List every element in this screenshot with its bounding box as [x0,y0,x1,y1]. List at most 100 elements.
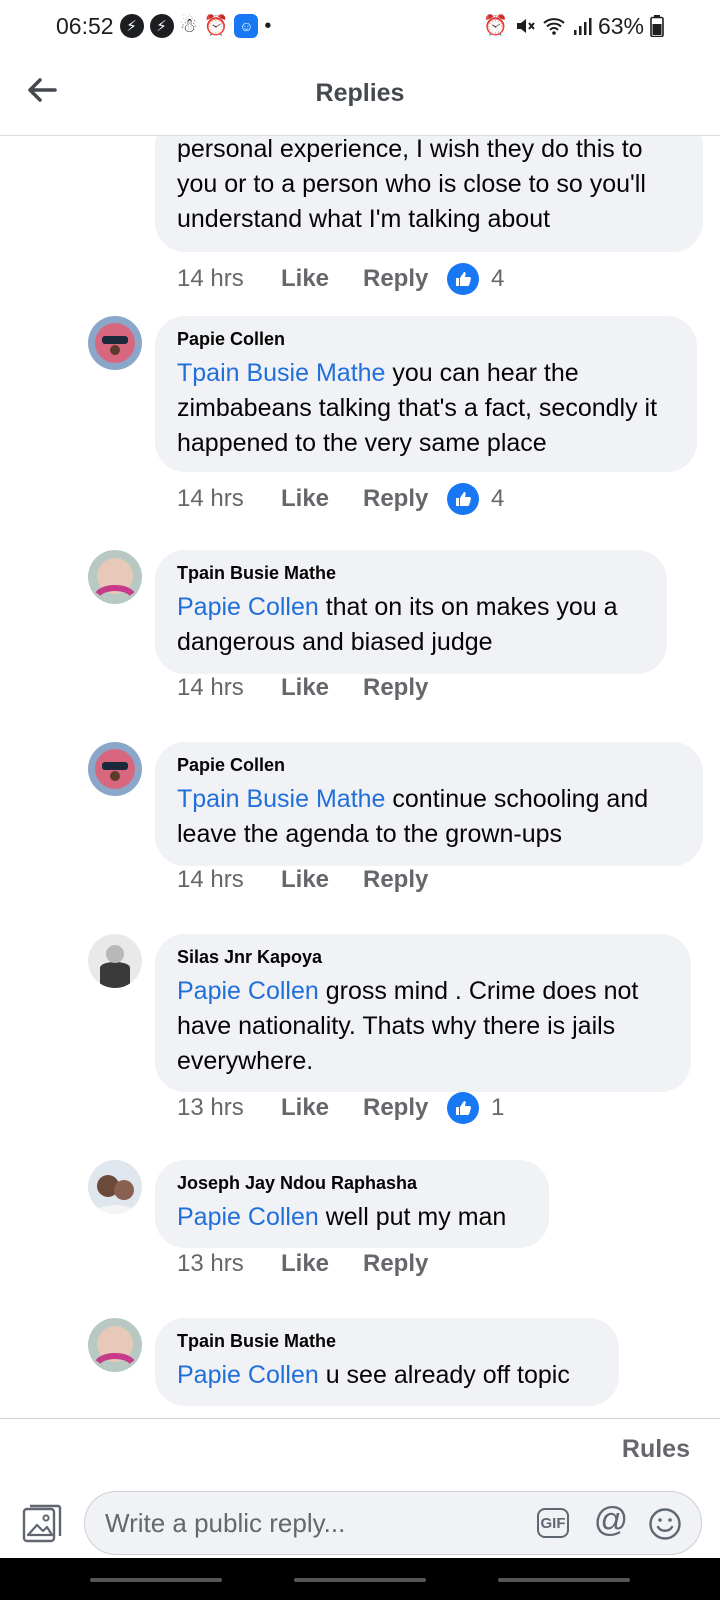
like-button[interactable]: Like [281,265,363,293]
comment-time: 13 hrs [177,1250,244,1277]
system-nav-bar [0,1558,720,1600]
comment-author[interactable]: Silas Jnr Kapoya [177,946,669,968]
mention-link[interactable]: Tpain Busie Mathe [177,785,385,813]
comment-body: well put my man [318,1203,507,1231]
comment-author[interactable]: Tpain Busie Mathe [177,1330,597,1352]
thumbs-up-icon [447,1092,479,1124]
status-bar: 06:52 ⚡ ⚡ ☃ ⏰ ☺ • ⏰ 63% [0,0,720,52]
reply-field[interactable]: GIF @ [84,1491,702,1555]
comment-time: 14 hrs [177,674,244,701]
smiley-icon [649,1508,681,1540]
nav-recents-button[interactable] [90,1578,222,1582]
reply-button[interactable]: Reply [363,485,447,513]
comment-time: 14 hrs [177,265,244,292]
photo-gallery-button[interactable] [20,1501,64,1545]
comment-actions: 14 hrs Like Reply 4 [177,262,504,296]
reaction-count: 4 [491,485,505,512]
comment-bubble[interactable]: Joseph Jay Ndou Raphasha Papie Collen we… [155,1160,549,1248]
comment-author[interactable]: Joseph Jay Ndou Raphasha [177,1172,527,1194]
comment-author[interactable]: Tpain Busie Mathe [177,562,645,584]
avatar[interactable] [88,1160,142,1214]
comment-text: Papie Collen gross mind . Crime does not… [177,974,669,1079]
comment-actions: 13 hrs Like Reply [177,1247,447,1281]
comment-actions: 14 hrs Like Reply 4 [177,482,504,516]
mention-link[interactable]: Papie Collen [177,977,319,1005]
messenger-icon: ⚡ [119,14,144,38]
mention-button[interactable]: @ [593,1501,629,1539]
mute-icon [514,15,536,37]
comment-bubble[interactable]: Silas Jnr Kapoya Papie Collen gross mind… [155,934,691,1092]
signal-icon [572,16,592,36]
alarm-icon: ⏰ [483,15,508,37]
gif-button[interactable]: GIF [537,1508,569,1538]
comment-bubble[interactable]: Papie Collen Tpain Busie Mathe you can h… [155,316,697,472]
mention-link[interactable]: Papie Collen [177,1203,319,1231]
thumbs-up-icon [447,483,479,515]
reply-button[interactable]: Reply [363,1094,447,1122]
gallery-icon [22,1504,62,1543]
status-left: 06:52 ⚡ ⚡ ☃ ⏰ ☺ • [56,13,271,40]
comment-bubble[interactable]: Tpain Busie Mathe Papie Collen that on i… [155,550,667,674]
avatar[interactable] [88,316,142,370]
comment-text: personal experience, I wish they do this… [177,136,646,233]
reply-button[interactable]: Reply [363,674,447,702]
nav-back-button[interactable] [498,1578,630,1582]
mention-link[interactable]: Papie Collen [177,1361,319,1389]
comment-text: Papie Collen well put my man [177,1200,527,1235]
comment-time: 14 hrs [177,866,244,893]
comment-time: 14 hrs [177,485,244,512]
status-right: ⏰ 63% [483,13,664,40]
alarm-icon: ⏰ [203,15,229,37]
comment-text: Papie Collen that on its on makes you a … [177,590,645,660]
mention-link[interactable]: Papie Collen [177,593,319,621]
wifi-icon [542,16,566,36]
comment-actions: 13 hrs Like Reply 1 [177,1091,504,1125]
reaction-summary[interactable]: 4 [447,263,504,295]
reply-button[interactable]: Reply [363,866,447,894]
like-button[interactable]: Like [281,485,363,513]
comment-time: 13 hrs [177,1094,244,1121]
like-button[interactable]: Like [281,866,363,894]
reaction-count: 4 [491,265,505,292]
reply-button[interactable]: Reply [363,1250,447,1278]
nav-home-button[interactable] [294,1578,426,1582]
avatar[interactable] [88,934,142,988]
dot-icon: • [264,15,272,37]
avatar[interactable] [88,742,142,796]
messenger-icon: ⚡ [149,14,174,38]
mention-link[interactable]: Tpain Busie Mathe [177,359,385,387]
reaction-summary[interactable]: 1 [447,1092,504,1124]
reply-composer: Rules GIF @ [0,1418,720,1558]
reaction-summary[interactable]: 4 [447,483,504,515]
comment-text: Tpain Busie Mathe you can hear the zimba… [177,356,675,461]
comment-bubble[interactable]: Tpain Busie Mathe Papie Collen u see alr… [155,1318,619,1406]
avatar[interactable] [88,1318,142,1372]
status-time: 06:52 [56,12,114,39]
reply-button[interactable]: Reply [363,265,447,293]
battery-percent: 63% [597,12,644,39]
comment-actions: 14 hrs Like Reply [177,863,447,897]
avatar[interactable] [88,550,142,604]
like-button[interactable]: Like [281,1250,363,1278]
comment-bubble[interactable]: Papie Collen Tpain Busie Mathe continue … [155,742,703,866]
comment-body: u see already off topic [318,1361,570,1389]
page-title: Replies [315,79,405,107]
thumbs-up-icon [447,263,479,295]
battery-icon [650,15,664,37]
person-icon: ☃ [179,15,198,37]
reply-input[interactable] [103,1502,507,1544]
emoji-button[interactable] [647,1506,683,1542]
comment-actions: 14 hrs Like Reply [177,671,447,705]
comment-text: Papie Collen u see already off topic [177,1358,597,1393]
comment-author[interactable]: Papie Collen [177,754,681,776]
comment-author[interactable]: Papie Collen [177,328,675,350]
reaction-count: 1 [491,1094,505,1121]
like-button[interactable]: Like [281,1094,363,1122]
replies-list[interactable]: personal experience, I wish they do this… [0,136,720,1418]
comment-bubble[interactable]: personal experience, I wish they do this… [155,136,703,252]
app-icon: ☺ [234,14,259,38]
rules-link[interactable]: Rules [622,1435,690,1464]
like-button[interactable]: Like [281,674,363,702]
header: Replies [0,52,720,136]
comment-text: Tpain Busie Mathe continue schooling and… [177,782,681,852]
